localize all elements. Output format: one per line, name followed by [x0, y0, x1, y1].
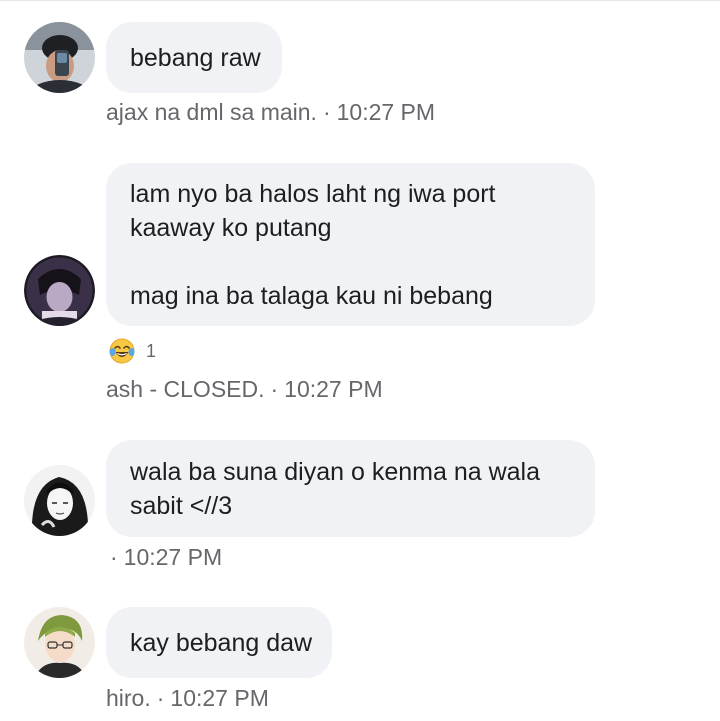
laughing-tears-emoji-icon: [109, 338, 135, 364]
sender-name[interactable]: ash - CLOSED.: [106, 376, 265, 402]
meta-separator: ·: [322, 99, 331, 125]
timestamp: 10:27 PM: [284, 376, 383, 402]
reaction-count: 1: [146, 340, 157, 361]
message-bubble-2[interactable]: lam nyo ba halos laht ng iwa port kaaway…: [106, 163, 595, 326]
message-meta-1: ajax na dml sa main. · 10:27 PM: [106, 99, 435, 126]
reaction-summary[interactable]: 1: [108, 337, 156, 365]
message-text-line: sabit <//3: [130, 491, 233, 520]
message-text-line: wala ba suna diyan o kenma na wala: [130, 457, 540, 486]
sender-name[interactable]: hiro.: [106, 685, 151, 711]
message-text-line: lam nyo ba halos laht ng iwa port: [130, 179, 496, 208]
message-meta-2: ash - CLOSED. · 10:27 PM: [106, 376, 383, 403]
timestamp: 10:27 PM: [123, 544, 223, 570]
message-text-line: kaaway ko putang: [130, 213, 332, 242]
message-bubble-3[interactable]: wala ba suna diyan o kenma na wala sabit…: [106, 440, 595, 537]
sender-name[interactable]: ajax na dml sa main.: [106, 99, 317, 125]
message-bubble-1[interactable]: bebang raw: [106, 22, 282, 93]
meta-separator: ·: [270, 376, 279, 402]
avatar-ajax[interactable]: [24, 22, 95, 93]
timestamp: 10:27 PM: [336, 99, 436, 125]
message-bubble-4[interactable]: kay bebang daw: [106, 607, 332, 678]
message-meta-3: · 10:27 PM: [110, 544, 222, 571]
meta-separator: ·: [110, 544, 118, 570]
top-divider: [0, 0, 720, 1]
avatar-hiro[interactable]: [24, 607, 95, 678]
meta-separator: ·: [156, 685, 165, 711]
message-text: kay bebang daw: [130, 628, 313, 657]
message-meta-4: hiro. · 10:27 PM: [106, 685, 269, 712]
message-text-line: mag ina ba talaga kau ni bebang: [130, 281, 493, 310]
avatar-ash[interactable]: [24, 255, 95, 326]
timestamp: 10:27 PM: [170, 685, 269, 711]
message-text: bebang raw: [130, 43, 261, 72]
avatar-user-3[interactable]: [24, 465, 95, 536]
